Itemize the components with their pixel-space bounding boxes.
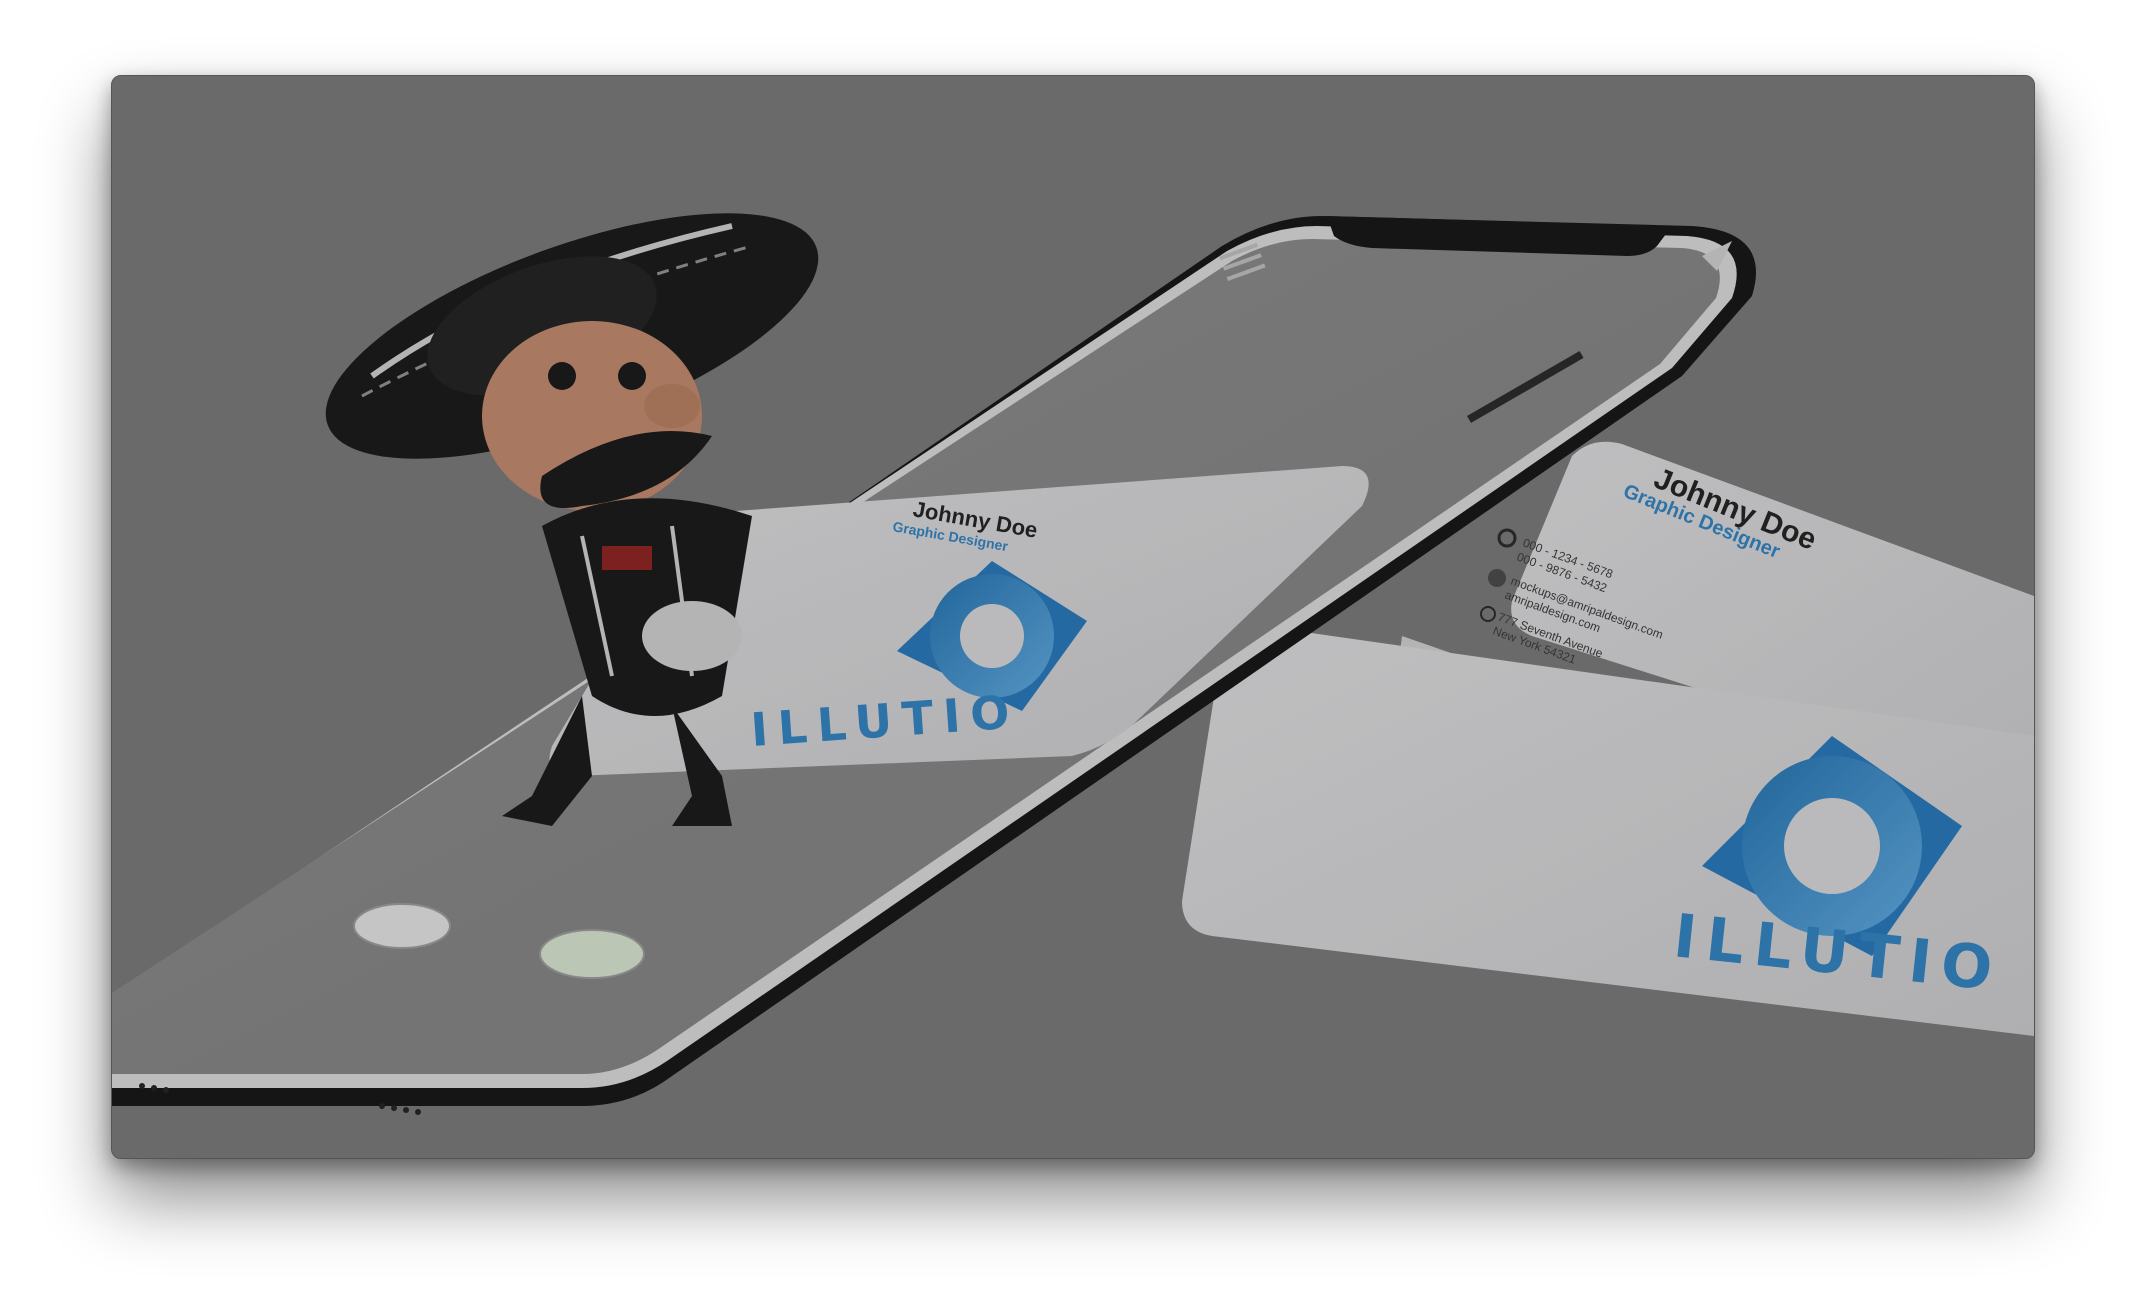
dim-overlay <box>112 76 2034 1158</box>
image-viewer-window: Johnny Doe Graphic Designer 000 - 1234 -… <box>111 75 2035 1159</box>
stage: Johnny Doe Graphic Designer 000 - 1234 -… <box>0 0 2144 1304</box>
mockup-scene: Johnny Doe Graphic Designer 000 - 1234 -… <box>112 76 2034 1158</box>
